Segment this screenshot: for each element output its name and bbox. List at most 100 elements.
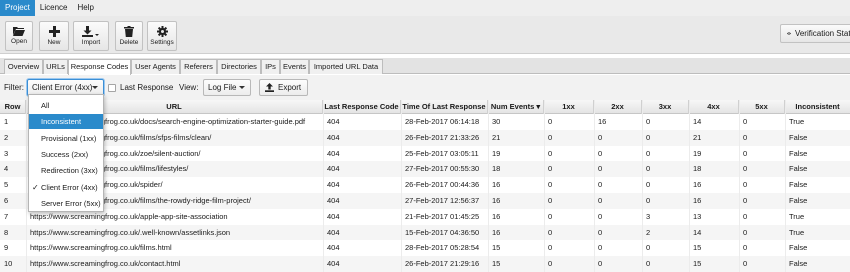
cell-time-of-last-response: 15-Feb-2017 04:36:50 bbox=[405, 227, 480, 237]
cell-4xx: 16 bbox=[693, 195, 702, 205]
filter-option-inconsistent[interactable]: Inconsistent bbox=[29, 114, 103, 130]
tab-bar: Overview URLs Response Codes User Agents… bbox=[0, 58, 850, 75]
filter-option-server-error-5xx[interactable]: Server Error (5xx) bbox=[29, 196, 103, 211]
filter-option-all[interactable]: All bbox=[29, 98, 103, 113]
menu-bar: Project Licence Help bbox=[0, 0, 850, 16]
column-header-row[interactable]: Row bbox=[0, 100, 26, 114]
tab-ips[interactable]: IPs bbox=[261, 59, 280, 74]
cell-time-of-last-response: 26-Feb-2017 21:29:16 bbox=[405, 259, 480, 269]
tab-directories[interactable]: Directories bbox=[217, 59, 261, 74]
tab-referers[interactable]: Referers bbox=[180, 59, 217, 74]
filter-dropdown-list: All Inconsistent Provisional (1xx) Success … bbox=[28, 94, 104, 212]
filter-option-label: Inconsistent bbox=[41, 117, 82, 127]
table-row[interactable]: 8 https://www.screamingfrog.co.uk/.well-k… bbox=[0, 224, 850, 241]
verification-status-button[interactable]: Verification Status bbox=[780, 24, 850, 43]
cell-5xx: 0 bbox=[743, 211, 748, 221]
cell-2xx: 0 bbox=[598, 227, 603, 237]
cell-3xx: 0 bbox=[646, 164, 651, 174]
new-button[interactable]: New bbox=[39, 21, 69, 51]
cell-url: https://www.screamingfrog.co.uk/.well-kn… bbox=[30, 227, 231, 237]
cell-2xx: 0 bbox=[598, 132, 603, 142]
table-row[interactable]: 7 https://www.screamingfrog.co.uk/apple-a… bbox=[0, 209, 850, 225]
cell-3xx: 2 bbox=[646, 227, 651, 237]
import-button[interactable]: Import bbox=[73, 21, 109, 51]
cell-1xx: 0 bbox=[548, 259, 553, 269]
open-button[interactable]: Open bbox=[5, 21, 33, 51]
cell-last-response-code: 404 bbox=[327, 148, 340, 158]
cell-5xx: 0 bbox=[743, 164, 748, 174]
cell-3xx: 0 bbox=[646, 132, 651, 142]
filter-option-label: Client Error (4xx) bbox=[41, 182, 98, 192]
cell-4xx: 14 bbox=[693, 117, 702, 126]
toolbar: Open New Import Delete Settings Verifica… bbox=[0, 16, 850, 54]
column-divider bbox=[739, 100, 740, 272]
column-divider bbox=[323, 100, 324, 272]
column-header-4xx[interactable]: 4xx bbox=[689, 100, 739, 114]
cell-5xx: 0 bbox=[743, 195, 748, 205]
filter-option-success-2xx[interactable]: Success (2xx) bbox=[29, 147, 103, 162]
filter-option-client-error-4xx[interactable]: ✓ Client Error (4xx) bbox=[29, 180, 103, 195]
last-response-checkbox[interactable] bbox=[108, 84, 116, 92]
table-row[interactable]: 4 https://www.screamingfrog.co.uk/films/l… bbox=[0, 161, 850, 178]
gear-icon bbox=[156, 26, 168, 37]
tab-user-agents[interactable]: User Agents bbox=[131, 59, 180, 74]
menu-project[interactable]: Project bbox=[0, 0, 35, 16]
cell-5xx: 0 bbox=[743, 180, 748, 190]
column-header-2xx[interactable]: 2xx bbox=[594, 100, 642, 114]
cell-4xx: 15 bbox=[693, 259, 702, 269]
menu-help[interactable]: Help bbox=[72, 0, 98, 16]
cell-last-response-code: 404 bbox=[327, 195, 340, 205]
cell-2xx: 0 bbox=[598, 180, 603, 190]
column-header-3xx[interactable]: 3xx bbox=[642, 100, 689, 114]
tab-events[interactable]: Events bbox=[280, 59, 309, 74]
column-divider bbox=[642, 100, 643, 272]
delete-button[interactable]: Delete bbox=[115, 21, 143, 51]
column-header-5xx[interactable]: 5xx bbox=[739, 100, 785, 114]
cell-time-of-last-response: 27-Feb-2017 12:56:37 bbox=[405, 195, 480, 205]
table-row[interactable]: 10 https://www.screamingfrog.co.uk/contac… bbox=[0, 256, 850, 272]
eye-icon bbox=[787, 32, 791, 35]
cell-row: 5 bbox=[4, 180, 9, 190]
filter-option-redirection-3xx[interactable]: Redirection (3xx) bbox=[29, 163, 103, 178]
table-row[interactable]: 1 https://www.screamingfrog.co.uk/docs/se… bbox=[0, 114, 850, 130]
column-header-1xx[interactable]: 1xx bbox=[544, 100, 594, 114]
menu-licence[interactable]: Licence bbox=[35, 0, 73, 16]
export-button[interactable]: Export bbox=[259, 79, 309, 96]
trash-icon bbox=[124, 26, 134, 37]
table-row[interactable]: 2 https://www.screamingfrog.co.uk/films/s… bbox=[0, 129, 850, 146]
tab-imported-url-data[interactable]: Imported URL Data bbox=[309, 59, 383, 74]
cell-row: 9 bbox=[4, 243, 9, 253]
table-row[interactable]: 3 https://www.screamingfrog.co.uk/zoe/sil… bbox=[0, 146, 850, 162]
log-table: Row URL Last Response Code Time Of Last … bbox=[0, 100, 850, 272]
cell-4xx: 19 bbox=[693, 148, 702, 158]
cell-num-events: 16 bbox=[492, 195, 501, 205]
column-header-time-of-last-response[interactable]: Time Of Last Response bbox=[401, 100, 488, 114]
column-divider bbox=[544, 100, 545, 272]
plus-icon bbox=[48, 26, 60, 37]
cell-5xx: 0 bbox=[743, 117, 748, 126]
settings-button[interactable]: Settings bbox=[147, 21, 177, 51]
cell-3xx: 0 bbox=[646, 148, 651, 158]
filter-row: Filter: Client Error (4xx) Last Response… bbox=[0, 75, 850, 100]
view-label: View: bbox=[179, 83, 199, 92]
table-row[interactable]: 6 https://www.screamingfrog.co.uk/films/t… bbox=[0, 192, 850, 209]
column-header-inconsistent[interactable]: Inconsistent bbox=[785, 100, 850, 114]
import-label: Import bbox=[81, 39, 101, 46]
cell-row: 3 bbox=[4, 148, 9, 158]
cell-row: 6 bbox=[4, 195, 9, 205]
view-select[interactable]: Log File bbox=[203, 79, 251, 96]
cell-time-of-last-response: 21-Feb-2017 01:45:25 bbox=[405, 211, 480, 221]
tab-response-codes[interactable]: Response Codes bbox=[68, 59, 131, 75]
cell-row: 7 bbox=[4, 211, 9, 221]
tab-urls[interactable]: URLs bbox=[43, 59, 68, 74]
filter-option-provisional-1xx[interactable]: Provisional (1xx) bbox=[29, 131, 103, 146]
tab-overview[interactable]: Overview bbox=[4, 59, 43, 74]
table-row[interactable]: 9 https://www.screamingfrog.co.uk/films.h… bbox=[0, 240, 850, 256]
cell-num-events: 16 bbox=[492, 227, 501, 237]
cell-inconsistent: False bbox=[789, 195, 808, 205]
table-row[interactable]: 5https://www.screamingfrog.co.uk/spider/… bbox=[0, 177, 850, 193]
column-header-last-response-code[interactable]: Last Response Code bbox=[323, 100, 401, 114]
cell-5xx: 0 bbox=[743, 243, 748, 253]
filter-label: Filter: bbox=[4, 83, 24, 92]
column-header-num-events[interactable]: Num Events ▾ bbox=[488, 100, 544, 114]
